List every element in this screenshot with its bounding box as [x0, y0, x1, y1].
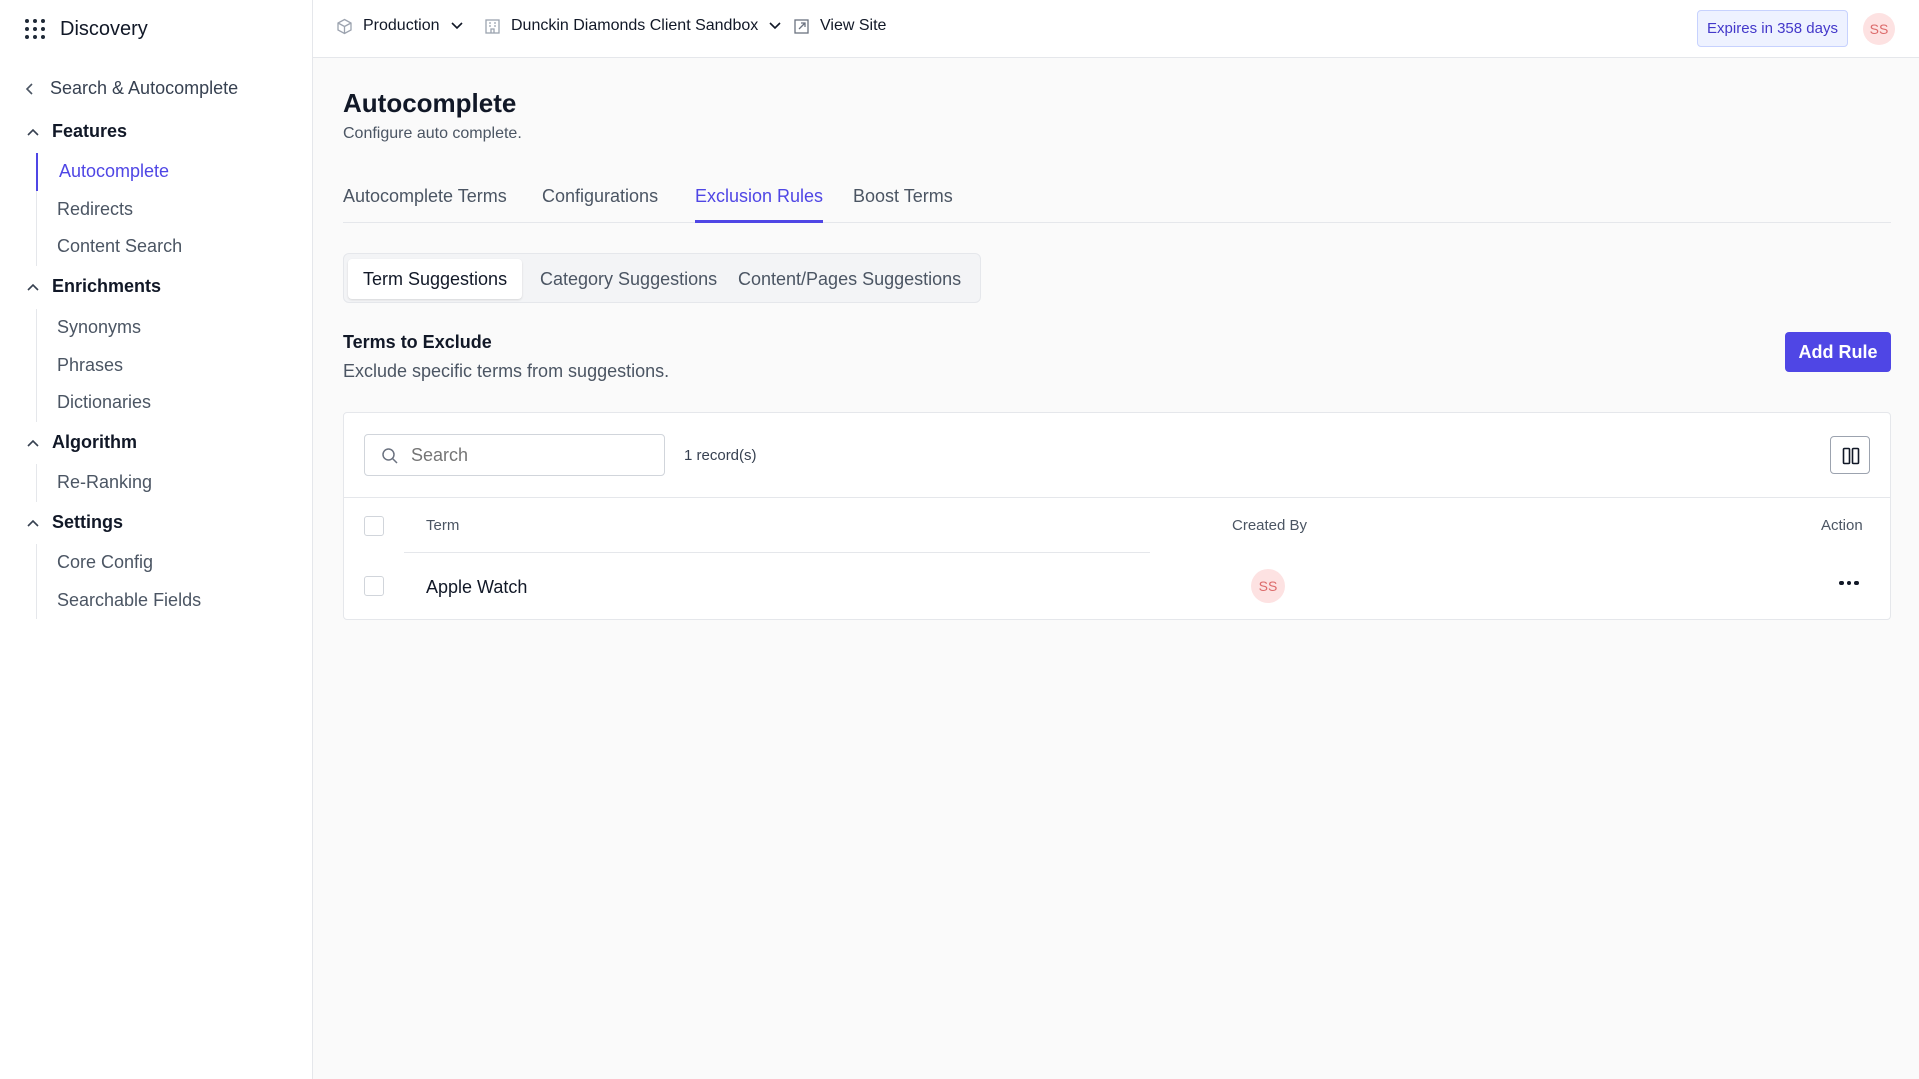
- apps-grid-icon[interactable]: [24, 18, 46, 40]
- section-enrichments-toggle[interactable]: Enrichments: [26, 276, 161, 297]
- sidebar-item-redirects[interactable]: Redirects: [37, 191, 182, 229]
- app-name: Discovery: [60, 17, 148, 40]
- chevron-up-icon: [27, 128, 39, 136]
- rules-table-card: 1 record(s) Term Created By Action Apple…: [343, 412, 1891, 620]
- chevron-down-icon: [769, 22, 781, 30]
- topbar: Production Dunckin Diamonds Client Sandb…: [313, 0, 1919, 58]
- section-features-toggle[interactable]: Features: [26, 121, 127, 142]
- suggestion-type-switch: Term Suggestions Category Suggestions Co…: [343, 253, 981, 303]
- chevron-up-icon: [27, 283, 39, 291]
- sidebar: Discovery Search & Autocomplete Features…: [0, 0, 313, 1079]
- segment-category-suggestions[interactable]: Category Suggestions: [525, 259, 732, 299]
- chevron-up-icon: [27, 439, 39, 447]
- columns-icon: [1842, 447, 1860, 465]
- tab-bar: Autocomplete Terms Configurations Exclus…: [343, 183, 1891, 223]
- search-field[interactable]: [364, 434, 665, 476]
- section-title: Enrichments: [52, 276, 162, 296]
- environment-dropdown[interactable]: Production: [336, 17, 464, 35]
- select-all-checkbox[interactable]: [364, 516, 384, 536]
- site-dropdown[interactable]: Dunckin Diamonds Client Sandbox: [484, 17, 782, 35]
- section-subtitle: Exclude specific terms from suggestions.: [343, 361, 670, 381]
- page-subtitle: Configure auto complete.: [343, 125, 522, 142]
- column-header-action: Action: [1821, 517, 1863, 534]
- view-site-label: View Site: [820, 17, 887, 34]
- sidebar-item-core-config[interactable]: Core Config: [37, 544, 201, 582]
- divider: [404, 552, 1150, 553]
- search-icon: [382, 448, 398, 464]
- section-algorithm-toggle[interactable]: Algorithm: [26, 432, 137, 453]
- sidebar-item-content-search[interactable]: Content Search: [37, 228, 182, 266]
- cell-term: Apple Watch: [426, 577, 528, 597]
- segment-term-suggestions[interactable]: Term Suggestions: [348, 259, 523, 299]
- segment-content-pages-suggestions[interactable]: Content/Pages Suggestions: [723, 259, 976, 299]
- sidebar-item-dictionaries[interactable]: Dictionaries: [37, 384, 151, 422]
- section-enrichments-items: Synonyms Phrases Dictionaries: [36, 309, 151, 422]
- section-features-items: Autocomplete Redirects Content Search: [36, 153, 182, 266]
- add-rule-button[interactable]: Add Rule: [1785, 332, 1891, 372]
- record-count: 1 record(s): [684, 447, 757, 464]
- sidebar-item-re-ranking[interactable]: Re-Ranking: [37, 464, 152, 502]
- view-site-link[interactable]: View Site: [793, 17, 886, 35]
- tab-autocomplete-terms[interactable]: Autocomplete Terms: [343, 186, 507, 223]
- column-header-term[interactable]: Term: [426, 517, 459, 534]
- cube-icon: [337, 18, 352, 34]
- section-title: Algorithm: [52, 432, 137, 452]
- back-link[interactable]: Search & Autocomplete: [24, 78, 238, 99]
- section-title: Settings: [52, 512, 124, 532]
- building-icon: [485, 18, 500, 34]
- site-label: Dunckin Diamonds Client Sandbox: [511, 17, 759, 34]
- chevron-left-icon: [25, 82, 33, 95]
- search-input[interactable]: [411, 443, 651, 467]
- tab-exclusion-rules[interactable]: Exclusion Rules: [695, 186, 824, 223]
- sidebar-item-phrases[interactable]: Phrases: [37, 347, 151, 385]
- row-checkbox[interactable]: [364, 576, 384, 596]
- sidebar-item-searchable-fields[interactable]: Searchable Fields: [37, 582, 201, 620]
- chevron-down-icon: [450, 22, 463, 30]
- environment-label: Production: [363, 17, 440, 34]
- expires-badge[interactable]: Expires in 358 days: [1697, 10, 1848, 47]
- tab-boost-terms[interactable]: Boost Terms: [853, 186, 953, 223]
- created-by-avatar: SS: [1251, 569, 1285, 603]
- sidebar-item-autocomplete[interactable]: Autocomplete: [36, 153, 182, 191]
- sidebar-item-synonyms[interactable]: Synonyms: [37, 309, 151, 347]
- brand: Discovery: [24, 16, 148, 42]
- user-avatar[interactable]: SS: [1863, 13, 1895, 45]
- more-actions-button[interactable]: [1831, 568, 1867, 598]
- section-title: Terms to Exclude: [343, 332, 492, 352]
- section-title: Features: [52, 121, 128, 141]
- section-algorithm-items: Re-Ranking: [36, 464, 152, 502]
- section-settings-items: Core Config Searchable Fields: [36, 544, 201, 619]
- external-link-icon: [794, 18, 809, 34]
- page-title: Autocomplete: [343, 88, 517, 118]
- back-link-label: Search & Autocomplete: [50, 78, 239, 98]
- column-header-created-by[interactable]: Created By: [1232, 517, 1307, 534]
- section-settings-toggle[interactable]: Settings: [26, 512, 123, 533]
- tab-configurations[interactable]: Configurations: [542, 186, 658, 223]
- ellipsis-icon: [1839, 580, 1844, 586]
- chevron-up-icon: [27, 519, 39, 527]
- column-settings-button[interactable]: [1830, 436, 1870, 474]
- divider: [344, 497, 1890, 498]
